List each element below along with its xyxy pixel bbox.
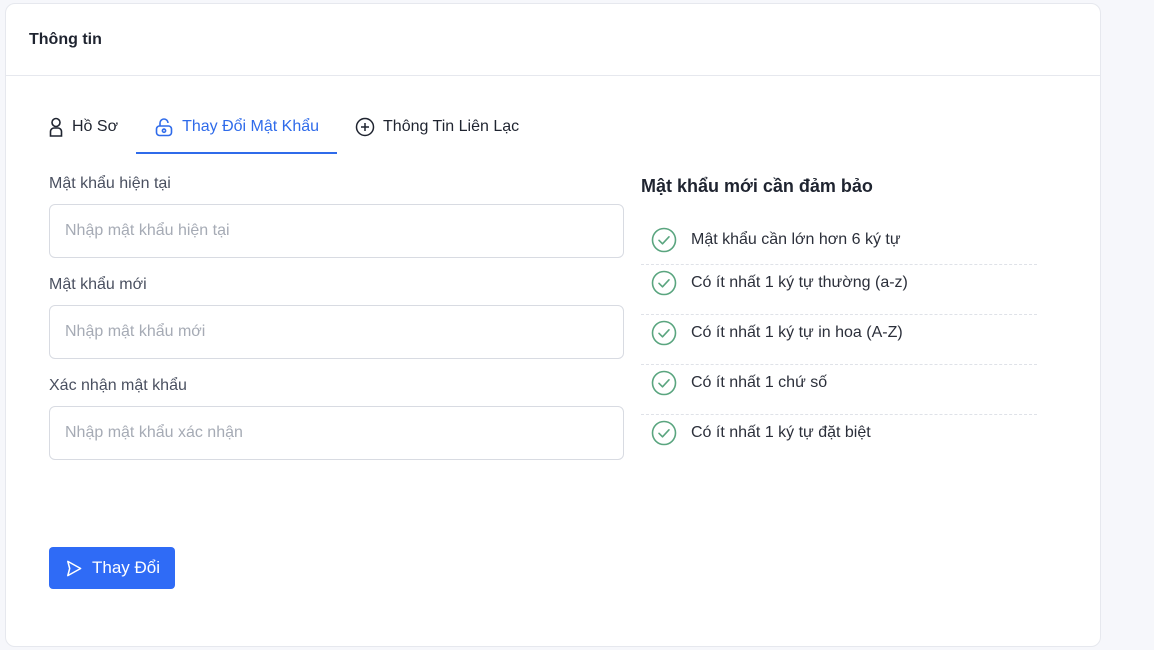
new-password-input[interactable]: [49, 305, 624, 359]
new-password-field: Mật khẩu mới: [49, 276, 624, 359]
tab-bar: Hồ Sơ Thay Đổi Mật Khẩu Thông Tin Liên L…: [38, 102, 537, 154]
change-password-button[interactable]: Thay Đổi: [49, 547, 175, 589]
tab-contact-info[interactable]: Thông Tin Liên Lạc: [337, 102, 537, 154]
rule-text: Có ít nhất 1 chứ số: [691, 373, 828, 391]
password-rules-title: Mật khẩu mới cần đảm bảo: [641, 176, 873, 196]
card-title: Thông tin: [6, 4, 1100, 76]
check-circle-icon: [651, 270, 677, 296]
tab-profile[interactable]: Hồ Sơ: [38, 102, 136, 154]
tab-profile-label: Hồ Sơ: [72, 118, 119, 135]
current-password-input[interactable]: [49, 204, 624, 258]
plus-circle-icon: [355, 117, 375, 137]
confirm-password-label: Xác nhận mật khẩu: [49, 377, 187, 394]
change-password-button-label: Thay Đổi: [91, 558, 161, 577]
current-password-field: Mật khẩu hiện tại: [49, 175, 624, 258]
check-circle-icon: [651, 370, 677, 396]
check-circle-icon: [651, 420, 677, 446]
confirm-password-input[interactable]: [49, 406, 624, 460]
password-rules-list: Mật khẩu cần lớn hơn 6 ký tự Có ít nhất …: [641, 215, 1037, 465]
tab-contact-info-label: Thông Tin Liên Lạc: [383, 118, 520, 135]
password-rules-panel: Mật khẩu mới cần đảm bảo Mật khẩu cần lớ…: [641, 176, 1037, 465]
lock-icon: [154, 117, 174, 137]
new-password-label: Mật khẩu mới: [49, 276, 147, 293]
user-icon: [48, 117, 64, 137]
tab-change-password[interactable]: Thay Đổi Mật Khẩu: [136, 102, 338, 154]
rule-text: Có ít nhất 1 ký tự đặt biệt: [691, 424, 871, 441]
rule-item: Có ít nhất 1 ký tự đặt biệt: [641, 401, 1037, 465]
send-icon: [64, 559, 83, 578]
check-circle-icon: [651, 227, 677, 253]
rule-text: Có ít nhất 1 ký tự in hoa (A-Z): [691, 323, 903, 341]
tab-change-password-label: Thay Đổi Mật Khẩu: [182, 118, 320, 135]
current-password-label: Mật khẩu hiện tại: [49, 175, 171, 192]
rule-text: Mật khẩu cần lớn hơn 6 ký tự: [691, 230, 901, 248]
change-password-form: Mật khẩu hiện tại Mật khẩu mới Xác nhận …: [49, 175, 624, 478]
check-circle-icon: [651, 320, 677, 346]
rule-text: Có ít nhất 1 ký tự thường (a-z): [691, 273, 908, 291]
confirm-password-field: Xác nhận mật khẩu: [49, 377, 624, 460]
